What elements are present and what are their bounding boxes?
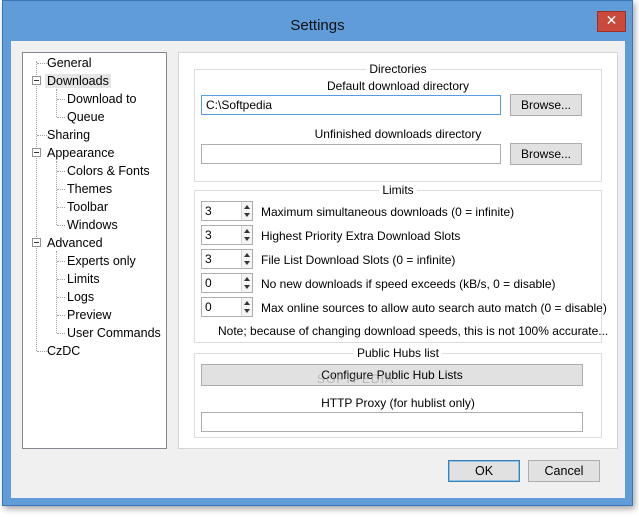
tree-item-general[interactable]: General bbox=[47, 54, 91, 72]
tree-item-queue[interactable]: Queue bbox=[67, 108, 105, 126]
spin-down-icon bbox=[244, 285, 250, 289]
tree-item-logs[interactable]: Logs bbox=[67, 288, 94, 306]
browse-default-button[interactable]: Browse... bbox=[510, 94, 582, 116]
tree-item-colors-fonts[interactable]: Colors & Fonts bbox=[67, 162, 150, 180]
tree-item-download-to[interactable]: Download to bbox=[67, 90, 137, 108]
browse-unfinished-button[interactable]: Browse... bbox=[510, 143, 582, 165]
window-title: Settings bbox=[290, 17, 345, 34]
tree-item-experts-only[interactable]: Experts only bbox=[67, 252, 136, 270]
tree-item-sharing[interactable]: Sharing bbox=[47, 126, 90, 144]
title-bar[interactable]: Settings ✕ bbox=[3, 1, 632, 41]
tree-item-advanced[interactable]: Advanced bbox=[47, 234, 103, 252]
close-icon: ✕ bbox=[605, 13, 618, 29]
extra-slots-spinner[interactable]: 3 bbox=[201, 225, 253, 245]
unfinished-dir-label: Unfinished downloads directory bbox=[314, 127, 482, 141]
max-downloads-label: Maximum simultaneous downloads (0 = infi… bbox=[261, 205, 515, 219]
collapse-advanced-icon[interactable] bbox=[32, 238, 41, 247]
unfinished-dir-input[interactable] bbox=[201, 144, 501, 164]
spin-up-icon bbox=[244, 253, 250, 257]
filelist-slots-label: File List Download Slots (0 = infinite) bbox=[261, 253, 456, 267]
tree-item-windows[interactable]: Windows bbox=[67, 216, 118, 234]
spin-down-icon bbox=[244, 309, 250, 313]
tree-item-preview[interactable]: Preview bbox=[67, 306, 111, 324]
spin-down-icon bbox=[244, 213, 250, 217]
tree-item-toolbar[interactable]: Toolbar bbox=[67, 198, 108, 216]
tree-item-downloads[interactable]: Downloads bbox=[45, 72, 111, 90]
tree-item-themes[interactable]: Themes bbox=[67, 180, 112, 198]
cancel-button[interactable]: Cancel bbox=[528, 460, 600, 482]
default-download-dir-label: Default download directory bbox=[326, 79, 470, 93]
spin-up-icon bbox=[244, 301, 250, 305]
max-sources-spinner[interactable]: 0 bbox=[201, 297, 253, 317]
dialog-client-area: General Downloads Download to Queue Shar… bbox=[11, 41, 625, 498]
spin-up-icon bbox=[244, 229, 250, 233]
spin-up-icon bbox=[244, 205, 250, 209]
spin-down-icon bbox=[244, 261, 250, 265]
filelist-slots-spinner[interactable]: 3 bbox=[201, 249, 253, 269]
tree-item-limits[interactable]: Limits bbox=[67, 270, 100, 288]
http-proxy-label: HTTP Proxy (for hublist only) bbox=[321, 396, 475, 410]
ok-button[interactable]: OK bbox=[448, 460, 520, 482]
public-hubs-group: Public Hubs list Configure Public Hub Li… bbox=[194, 346, 602, 438]
limits-group: Limits 3 Maximum simultaneous downloads … bbox=[194, 183, 608, 343]
settings-tree[interactable]: General Downloads Download to Queue Shar… bbox=[22, 52, 167, 449]
collapse-downloads-icon[interactable] bbox=[32, 76, 41, 85]
max-downloads-spinner[interactable]: 3 bbox=[201, 201, 253, 221]
close-button[interactable]: ✕ bbox=[597, 11, 626, 32]
limits-note: Note; because of changing download speed… bbox=[218, 324, 609, 338]
speed-limit-spinner[interactable]: 0 bbox=[201, 273, 253, 293]
max-sources-label: Max online sources to allow auto search … bbox=[261, 301, 607, 315]
softpedia-watermark: SOFTPEDIA bbox=[317, 372, 395, 386]
http-proxy-input[interactable] bbox=[201, 412, 583, 432]
directories-title: Directories bbox=[366, 62, 430, 76]
directories-group: Directories Default download directory C… bbox=[194, 62, 602, 182]
tree-item-czdc[interactable]: CzDC bbox=[47, 342, 80, 360]
default-download-dir-input[interactable]: C:\Softpedia bbox=[201, 95, 501, 115]
tree-item-appearance[interactable]: Appearance bbox=[47, 144, 114, 162]
tree-item-user-commands[interactable]: User Commands bbox=[67, 324, 161, 342]
downloads-settings-panel: Directories Default download directory C… bbox=[178, 52, 618, 449]
spin-up-icon bbox=[244, 277, 250, 281]
extra-slots-label: Highest Priority Extra Download Slots bbox=[261, 229, 461, 243]
speed-limit-label: No new downloads if speed exceeds (kB/s,… bbox=[261, 277, 556, 291]
limits-title: Limits bbox=[379, 183, 417, 197]
public-hubs-title: Public Hubs list bbox=[353, 346, 443, 360]
settings-window: Settings ✕ General Downloads Download to… bbox=[2, 0, 633, 506]
collapse-appearance-icon[interactable] bbox=[32, 148, 41, 157]
spin-down-icon bbox=[244, 237, 250, 241]
